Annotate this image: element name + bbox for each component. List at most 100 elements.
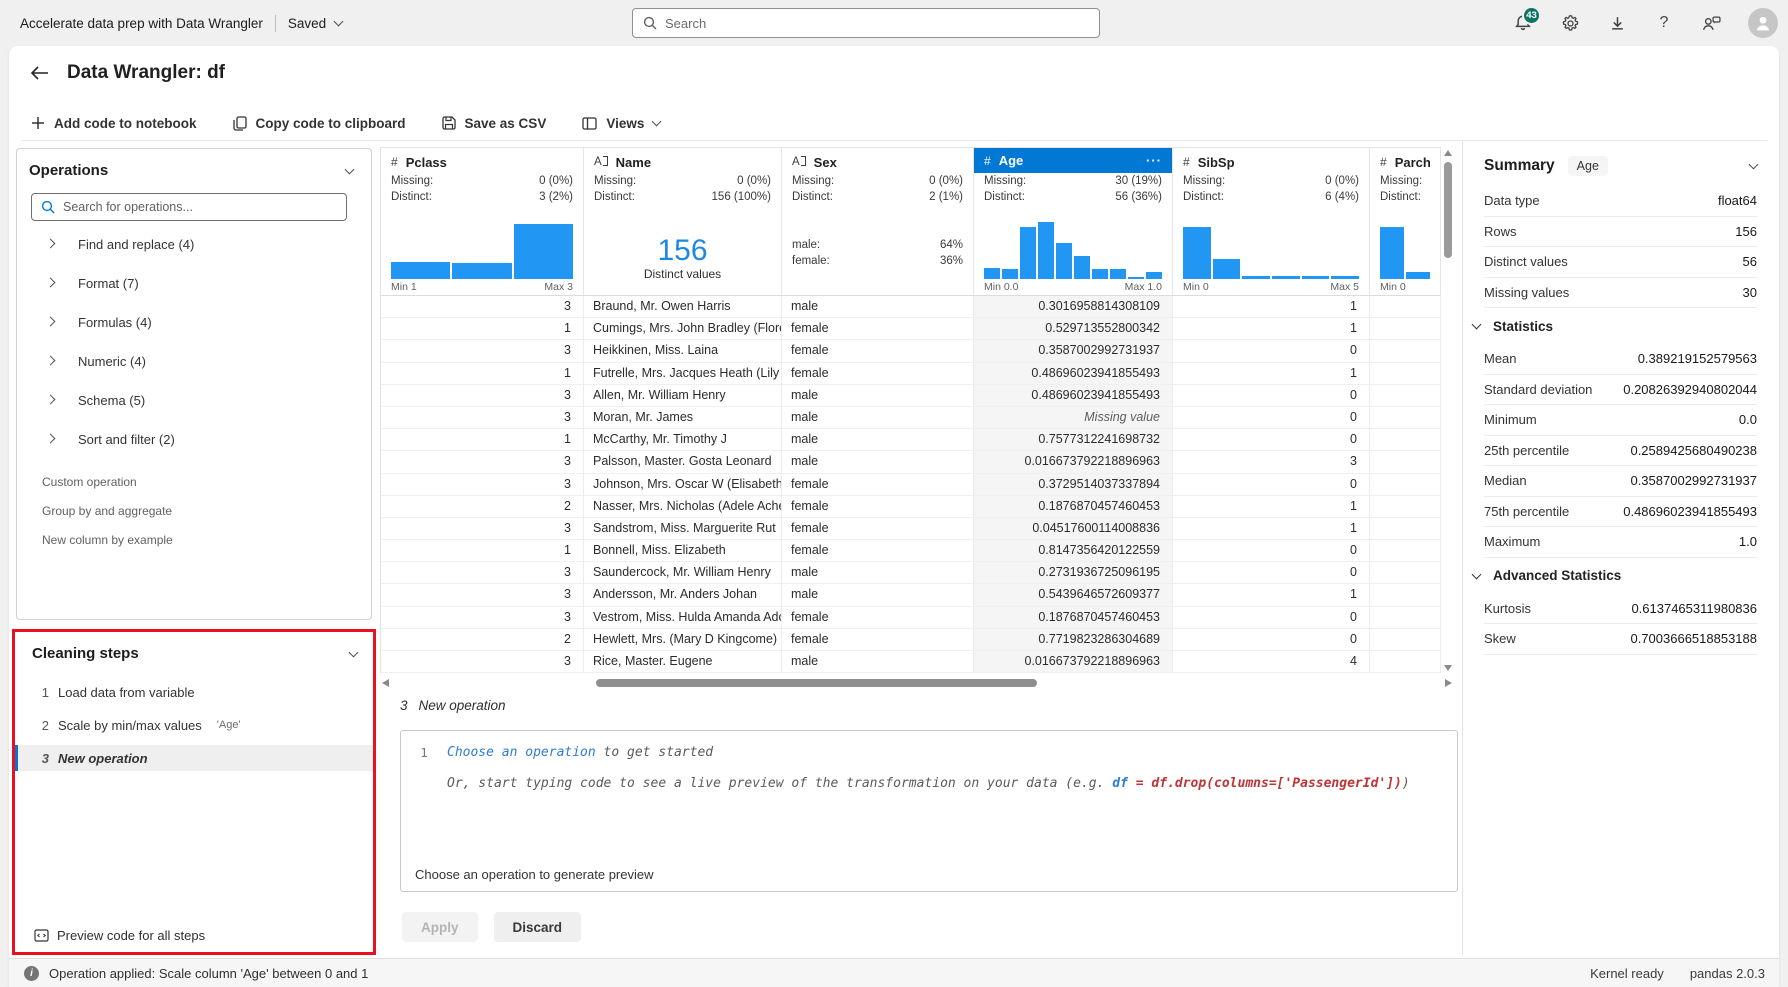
- cell-age[interactable]: 0.7577312241698732: [974, 429, 1173, 452]
- cell-pclass[interactable]: 2: [381, 495, 584, 518]
- table-row[interactable]: 3 Vestrom, Miss. Hulda Amanda Adolf female…: [381, 606, 1441, 629]
- cell-sex[interactable]: male: [782, 384, 974, 407]
- cell-sex[interactable]: male: [782, 296, 974, 319]
- column-menu-icon[interactable]: ···: [1146, 153, 1162, 168]
- cell-sex[interactable]: male: [782, 406, 974, 430]
- cell-name[interactable]: Cumings, Mrs. John Bradley (Florenc: [584, 318, 782, 341]
- cell-name[interactable]: Johnson, Mrs. Oscar W (Elisabeth Vil: [584, 473, 782, 496]
- cell-sibsp[interactable]: 3: [1173, 451, 1370, 474]
- cell-name[interactable]: Braund, Mr. Owen Harris: [584, 296, 782, 319]
- cell-sex[interactable]: female: [782, 628, 974, 651]
- cell-parch[interactable]: [1370, 540, 1441, 563]
- collapse-summary-icon[interactable]: [1748, 159, 1759, 170]
- cell-sibsp[interactable]: 1: [1173, 362, 1370, 385]
- table-row[interactable]: 3 Andersson, Mr. Anders Johan male 0.543964…: [381, 584, 1441, 607]
- cell-parch[interactable]: [1370, 584, 1441, 607]
- cell-name[interactable]: Rice, Master. Eugene: [584, 651, 782, 673]
- table-row[interactable]: 1 Bonnell, Miss. Elizabeth female 0.8147356…: [381, 540, 1441, 563]
- cell-age[interactable]: 0.48696023941855493: [974, 384, 1173, 407]
- table-row[interactable]: 3 Saundercock, Mr. William Henry male 0.273…: [381, 562, 1441, 585]
- cell-age[interactable]: 0.1876870457460453: [974, 606, 1173, 629]
- cell-parch[interactable]: [1370, 384, 1441, 407]
- cell-sex[interactable]: female: [782, 362, 974, 385]
- operation-group[interactable]: Numeric (4): [17, 342, 371, 381]
- horizontal-scrollbar[interactable]: [380, 677, 1454, 690]
- cell-age[interactable]: 0.016673792218896963: [974, 451, 1173, 474]
- cleaning-step[interactable]: 3 New operation: [15, 745, 373, 771]
- cell-name[interactable]: McCarthy, Mr. Timothy J: [584, 429, 782, 452]
- cell-parch[interactable]: [1370, 451, 1441, 474]
- choose-operation-link[interactable]: Choose an operation: [447, 745, 596, 760]
- cell-age[interactable]: 0.8147356420122559: [974, 540, 1173, 563]
- cell-sibsp[interactable]: 0: [1173, 406, 1370, 430]
- cell-name[interactable]: Bonnell, Miss. Elizabeth: [584, 540, 782, 563]
- cell-sibsp[interactable]: 0: [1173, 340, 1370, 363]
- table-row[interactable]: 3 Heikkinen, Miss. Laina female 0.358700299…: [381, 340, 1441, 363]
- discard-button[interactable]: Discard: [493, 912, 582, 942]
- cell-pclass[interactable]: 3: [381, 451, 584, 474]
- cell-sibsp[interactable]: 0: [1173, 628, 1370, 651]
- cell-parch[interactable]: [1370, 340, 1441, 363]
- column-header-parch[interactable]: # Parch Missing: Distinct: Min 0: [1370, 148, 1441, 295]
- table-row[interactable]: 2 Nasser, Mrs. Nicholas (Adele Achem femal…: [381, 495, 1441, 518]
- operations-search-input[interactable]: [63, 200, 337, 214]
- cell-pclass[interactable]: 3: [381, 296, 584, 319]
- summary-section-header[interactable]: Statistics: [1463, 308, 1779, 344]
- copy-code-button[interactable]: Copy code to clipboard: [232, 116, 406, 131]
- column-name[interactable]: A Sex: [782, 151, 973, 173]
- user-avatar[interactable]: [1748, 8, 1778, 38]
- column-header-age[interactable]: # Age ··· Missing: 30 (19%) Distinct: 56 (36%)…: [974, 148, 1173, 295]
- cell-parch[interactable]: [1370, 429, 1441, 452]
- cell-name[interactable]: Futrelle, Mrs. Jacques Heath (Lily Ma: [584, 362, 782, 385]
- cell-sex[interactable]: male: [782, 429, 974, 452]
- cell-pclass[interactable]: 3: [381, 473, 584, 496]
- cell-sex[interactable]: female: [782, 606, 974, 629]
- cell-pclass[interactable]: 3: [381, 517, 584, 541]
- horizontal-scroll-thumb[interactable]: [596, 679, 1037, 687]
- column-header-sex[interactable]: A Sex Missing: 0 (0%) Distinct: 2 (1%) male: 64…: [782, 148, 974, 295]
- operation-item[interactable]: Custom operation: [17, 467, 371, 496]
- cell-sex[interactable]: male: [782, 562, 974, 585]
- cell-sibsp[interactable]: 0: [1173, 384, 1370, 407]
- download-button[interactable]: [1607, 13, 1627, 33]
- cell-pclass[interactable]: 3: [381, 340, 584, 363]
- operation-group[interactable]: Schema (5): [17, 381, 371, 420]
- table-row[interactable]: 3 Allen, Mr. William Henry male 0.486960239…: [381, 384, 1441, 407]
- column-name[interactable]: # Parch: [1370, 151, 1440, 173]
- cell-name[interactable]: Sandstrom, Miss. Marguerite Rut: [584, 517, 782, 541]
- cell-pclass[interactable]: 3: [381, 584, 584, 607]
- scroll-up-icon[interactable]: [1444, 150, 1452, 156]
- scroll-left-icon[interactable]: [382, 679, 389, 687]
- cell-name[interactable]: Andersson, Mr. Anders Johan: [584, 584, 782, 607]
- cell-parch[interactable]: [1370, 406, 1441, 430]
- cell-age[interactable]: 0.5439646572609377: [974, 584, 1173, 607]
- cell-age[interactable]: 0.48696023941855493: [974, 362, 1173, 385]
- table-row[interactable]: 1 Futrelle, Mrs. Jacques Heath (Lily Ma fe…: [381, 362, 1441, 385]
- cell-sibsp[interactable]: 1: [1173, 495, 1370, 518]
- cell-parch[interactable]: [1370, 628, 1441, 651]
- cell-sibsp[interactable]: 1: [1173, 517, 1370, 541]
- cleaning-step[interactable]: 1 Load data from variable: [15, 679, 373, 705]
- operations-search[interactable]: [31, 193, 347, 221]
- settings-button[interactable]: [1560, 13, 1580, 33]
- cell-pclass[interactable]: 3: [381, 651, 584, 673]
- cell-sibsp[interactable]: 1: [1173, 296, 1370, 319]
- column-header-name[interactable]: A Name Missing: 0 (0%) Distinct: 156 (100%) 15…: [584, 148, 782, 295]
- cell-sex[interactable]: female: [782, 495, 974, 518]
- table-row[interactable]: 3 Rice, Master. Eugene male 0.0166737922188…: [381, 651, 1441, 673]
- cell-name[interactable]: Heikkinen, Miss. Laina: [584, 340, 782, 363]
- cell-age[interactable]: 0.3587002992731937: [974, 340, 1173, 363]
- cleaning-step[interactable]: 2 Scale by min/max values 'Age': [15, 712, 373, 738]
- cell-pclass[interactable]: 1: [381, 540, 584, 563]
- cell-name[interactable]: Hewlett, Mrs. (Mary D Kingcome): [584, 628, 782, 651]
- cell-parch[interactable]: [1370, 473, 1441, 496]
- preview-code-all-steps-button[interactable]: Preview code for all steps: [34, 928, 205, 943]
- table-row[interactable]: 1 McCarthy, Mr. Timothy Jmale 0.7577312241…: [381, 429, 1441, 452]
- scroll-right-icon[interactable]: [1445, 679, 1452, 687]
- operation-item[interactable]: Group by and aggregate: [17, 496, 371, 525]
- cell-parch[interactable]: [1370, 296, 1441, 319]
- cell-age[interactable]: 0.529713552800342: [974, 318, 1173, 341]
- column-name[interactable]: A Name: [584, 151, 781, 173]
- cell-pclass[interactable]: 3: [381, 406, 584, 430]
- table-row[interactable]: 3 Braund, Mr. Owen Harris male 0.3016958814…: [381, 296, 1441, 319]
